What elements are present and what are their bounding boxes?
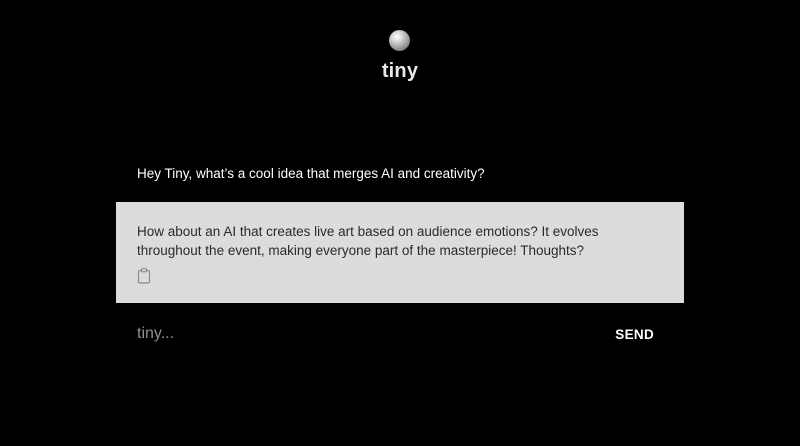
assistant-message-text: How about an AI that creates live art ba… — [137, 224, 599, 258]
app-title: tiny — [381, 60, 419, 82]
message-input[interactable] — [137, 322, 577, 346]
moon-orb-icon — [389, 30, 410, 51]
clipboard-icon[interactable] — [137, 268, 151, 284]
send-button[interactable]: SEND — [615, 327, 654, 342]
user-message: Hey Tiny, what’s a cool idea that merges… — [137, 166, 485, 181]
assistant-message-card: How about an AI that creates live art ba… — [116, 202, 684, 303]
message-composer: SEND — [116, 318, 684, 352]
chat-page: tiny Hey Tiny, what’s a cool idea that m… — [0, 0, 800, 446]
